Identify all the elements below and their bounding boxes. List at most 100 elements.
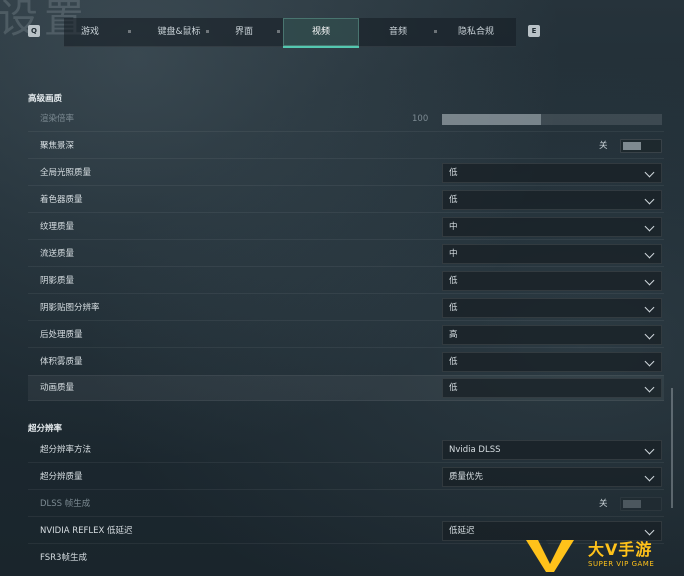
shader-quality-select[interactable]: 低 xyxy=(442,190,662,210)
setting-label: FSR3帧生成 xyxy=(40,553,87,563)
dlss-frame-gen-toggle[interactable] xyxy=(620,497,662,511)
chevron-down-icon xyxy=(644,471,655,482)
setting-row-post-processing: 后处理质量 高 xyxy=(28,323,664,347)
setting-row-shadow-quality: 阴影质量 低 xyxy=(28,269,664,293)
chevron-down-icon xyxy=(644,221,655,232)
select-value: 高 xyxy=(449,330,458,340)
setting-row-shadow-map-resolution: 阴影贴图分辨率 低 xyxy=(28,296,664,320)
setting-row-upscaling-method: 超分辨率方法 Nvidia DLSS xyxy=(28,438,664,462)
setting-label: 动画质量 xyxy=(40,383,75,393)
tab-separator xyxy=(434,30,437,33)
setting-label: 着色器质量 xyxy=(40,195,83,205)
select-value: 低 xyxy=(449,303,458,313)
setting-label: 阴影贴图分辨率 xyxy=(40,303,100,313)
select-value: 中 xyxy=(449,249,458,259)
tab-game[interactable]: 游戏 xyxy=(64,18,116,46)
divider xyxy=(28,489,664,490)
next-tab-key-hint[interactable]: E xyxy=(528,25,540,37)
watermark-logo: 大V手游 SUPER VIP GAME xyxy=(526,532,684,576)
divider xyxy=(28,320,664,321)
setting-label: 超分辨率方法 xyxy=(40,445,92,455)
select-value: 中 xyxy=(449,222,458,232)
volumetric-fog-select[interactable]: 低 xyxy=(442,352,662,372)
setting-row-streaming-quality: 流送质量 中 xyxy=(28,242,664,266)
render-scale-value: 100 xyxy=(412,114,429,124)
setting-row-render-scale: 渲染倍率 100 xyxy=(28,107,664,131)
setting-label: 渲染倍率 xyxy=(40,114,75,124)
setting-label: 聚焦景深 xyxy=(40,141,75,151)
toggle-state-label: 关 xyxy=(599,141,608,151)
prev-tab-key-hint[interactable]: Q xyxy=(28,25,40,37)
settings-nav: Q 游戏 键盘&鼠标 界面 视频 音频 隐私合规 E xyxy=(0,18,684,48)
setting-label: 全局光照质量 xyxy=(40,168,92,178)
tab-separator xyxy=(206,30,209,33)
divider xyxy=(28,131,664,132)
divider xyxy=(28,347,664,348)
texture-quality-select[interactable]: 中 xyxy=(442,217,662,237)
setting-label: 超分辨质量 xyxy=(40,472,83,482)
slider-fill xyxy=(442,114,541,125)
scrollbar[interactable] xyxy=(671,388,673,508)
setting-row-animation-quality[interactable]: 动画质量 低 xyxy=(28,375,664,401)
select-value: 质量优先 xyxy=(449,472,484,482)
setting-row-upscaling-quality: 超分辨质量 质量优先 xyxy=(28,465,664,489)
section-title-upscaling: 超分辨率 xyxy=(28,424,63,434)
setting-row-global-illumination: 全局光照质量 低 xyxy=(28,161,664,185)
setting-row-depth-of-field: 聚焦景深 关 xyxy=(28,134,664,158)
setting-label: DLSS 帧生成 xyxy=(40,499,91,509)
tab-separator xyxy=(277,30,280,33)
divider xyxy=(28,158,664,159)
select-value: 低 xyxy=(449,168,458,178)
tab-bar: 游戏 键盘&鼠标 界面 视频 音频 隐私合规 xyxy=(64,18,516,48)
section-title-advanced: 高级画质 xyxy=(28,94,63,104)
select-value: 低 xyxy=(449,276,458,286)
setting-row-shader-quality: 着色器质量 低 xyxy=(28,188,664,212)
shadow-quality-select[interactable]: 低 xyxy=(442,271,662,291)
tab-interface[interactable]: 界面 xyxy=(210,18,278,46)
setting-row-dlss-frame-gen: DLSS 帧生成 关 xyxy=(28,492,664,516)
divider xyxy=(28,239,664,240)
select-value: 低 xyxy=(449,383,458,393)
setting-row-volumetric-fog: 体积雾质量 低 xyxy=(28,350,664,374)
chevron-down-icon xyxy=(644,275,655,286)
setting-label: 后处理质量 xyxy=(40,330,83,340)
chevron-down-icon xyxy=(644,167,655,178)
tab-audio[interactable]: 音频 xyxy=(360,18,436,46)
select-value: 低 xyxy=(449,195,458,205)
chevron-down-icon xyxy=(644,248,655,259)
upscaling-method-select[interactable]: Nvidia DLSS xyxy=(442,440,662,460)
divider xyxy=(28,293,664,294)
select-value: Nvidia DLSS xyxy=(449,445,501,455)
watermark-subtext: SUPER VIP GAME xyxy=(588,560,655,568)
setting-label: 流送质量 xyxy=(40,249,75,259)
tab-video[interactable]: 视频 xyxy=(283,18,359,48)
tab-privacy[interactable]: 隐私合规 xyxy=(438,18,514,46)
toggle-knob xyxy=(623,142,641,150)
upscaling-quality-select[interactable]: 质量优先 xyxy=(442,467,662,487)
streaming-quality-select[interactable]: 中 xyxy=(442,244,662,264)
post-processing-select[interactable]: 高 xyxy=(442,325,662,345)
logo-v-icon xyxy=(526,540,574,572)
depth-of-field-toggle[interactable] xyxy=(620,139,662,153)
chevron-down-icon xyxy=(644,382,655,393)
setting-label: 纹理质量 xyxy=(40,222,75,232)
tab-separator xyxy=(128,30,131,33)
chevron-down-icon xyxy=(644,356,655,367)
global-illumination-select[interactable]: 低 xyxy=(442,163,662,183)
watermark-text: 大V手游 xyxy=(588,540,653,559)
select-value: 低延迟 xyxy=(449,526,475,536)
chevron-down-icon xyxy=(644,444,655,455)
toggle-state-label: 关 xyxy=(599,499,608,509)
chevron-down-icon xyxy=(644,329,655,340)
setting-row-texture-quality: 纹理质量 中 xyxy=(28,215,664,239)
render-scale-slider[interactable] xyxy=(442,114,662,125)
setting-label: NVIDIA REFLEX 低延迟 xyxy=(40,526,133,536)
chevron-down-icon xyxy=(644,194,655,205)
toggle-knob xyxy=(623,500,641,508)
divider xyxy=(28,462,664,463)
animation-quality-select[interactable]: 低 xyxy=(442,378,662,398)
shadow-map-resolution-select[interactable]: 低 xyxy=(442,298,662,318)
divider xyxy=(28,212,664,213)
setting-label: 体积雾质量 xyxy=(40,357,83,367)
divider xyxy=(28,185,664,186)
